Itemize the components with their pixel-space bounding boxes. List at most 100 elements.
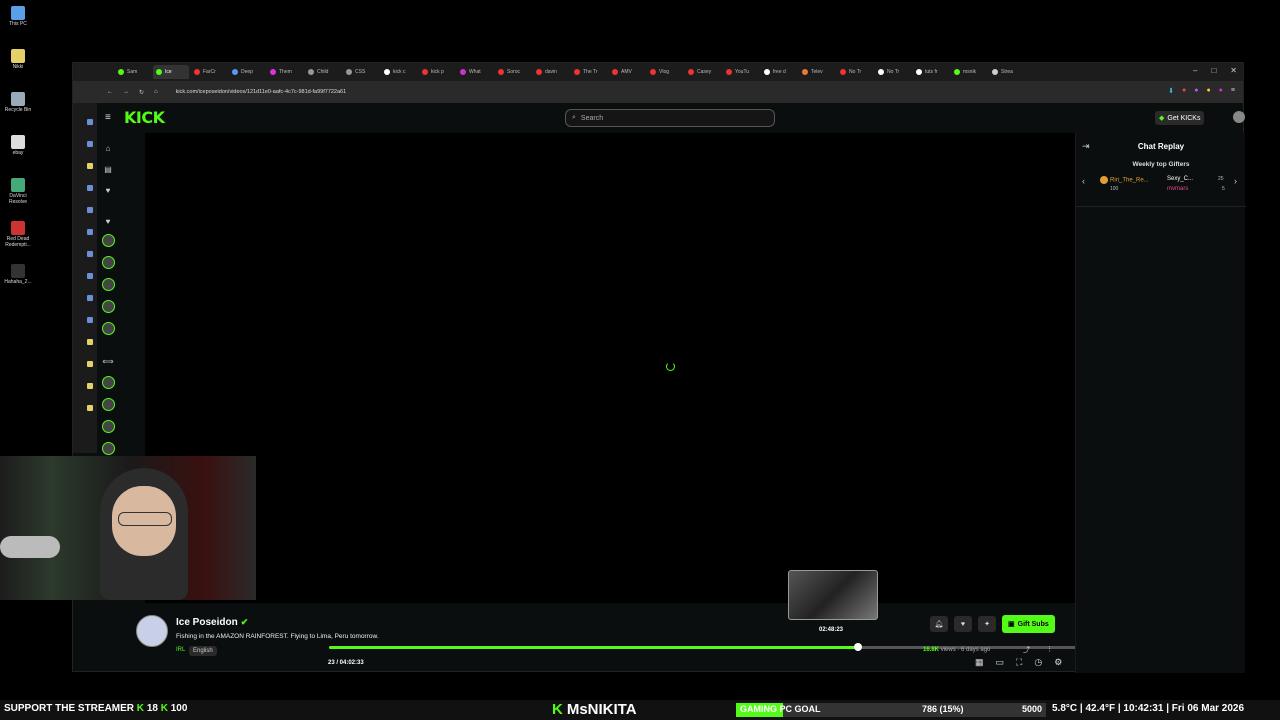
channel-avatar[interactable]	[101, 255, 115, 269]
favicon-icon	[384, 69, 390, 75]
kick-logo[interactable]: KICK	[124, 108, 165, 127]
chevron-right-icon[interactable]: ›	[1234, 176, 1237, 186]
channel-avatar[interactable]	[101, 375, 115, 389]
channel-avatar[interactable]	[101, 321, 115, 335]
back-icon[interactable]: ←	[107, 89, 113, 95]
chevron-left-icon[interactable]: ‹	[1082, 176, 1085, 186]
browser-tab[interactable]: No Tr	[837, 65, 873, 79]
browser-tab[interactable]: No Tr	[875, 65, 911, 79]
maximize-icon[interactable]: □	[1211, 66, 1216, 75]
home-icon[interactable]: ⌂	[154, 89, 158, 95]
browser-tab[interactable]: Vlog	[647, 65, 683, 79]
browser-tab[interactable]: kick p	[419, 65, 455, 79]
gift-icon: ▣	[1008, 621, 1015, 628]
video-player[interactable]: 02:48:23 23 / 04:02:33 ▦ ▭ ⛶ ◷ ⚙	[145, 133, 1091, 667]
tab-bar: Sam Ice FarCr Deep Them Child CSS kick c kick p W…	[73, 63, 1243, 81]
gifter-2[interactable]: Sexy_C...	[1167, 176, 1193, 182]
reload-icon[interactable]: ↻	[139, 89, 144, 96]
channel-avatar[interactable]	[101, 299, 115, 313]
browser-tab[interactable]: AMV	[609, 65, 645, 79]
channel-avatar[interactable]	[101, 419, 115, 433]
get-kicks-button[interactable]: ◆ Get KICKs	[1155, 111, 1205, 125]
notification-bell-icon[interactable]: 🔔︎	[930, 616, 948, 632]
tab-label: The Tr	[583, 69, 598, 75]
heart-icon[interactable]: ♥	[101, 214, 115, 228]
app-icon	[11, 92, 25, 106]
close-icon[interactable]: ✕	[1230, 66, 1237, 75]
browser-tab[interactable]: Them	[267, 65, 303, 79]
streamer-name[interactable]: Ice Poseidon ✔	[176, 617, 248, 628]
gift-subs-button[interactable]: ▣ Gift Subs	[1002, 615, 1055, 633]
share-icon[interactable]: ⤴	[1023, 645, 1030, 655]
browser-tab[interactable]: Soroc	[495, 65, 531, 79]
browse-icon[interactable]: ▤	[101, 162, 115, 176]
channel-avatar[interactable]	[101, 441, 115, 455]
favicon-icon	[270, 69, 276, 75]
browser-tab[interactable]: FarCr	[191, 65, 227, 79]
browser-tab[interactable]: Casey	[685, 65, 721, 79]
desktop-icon[interactable]: Red Dead Redempti...	[2, 221, 34, 248]
ext-icon[interactable]: ●	[1219, 87, 1223, 95]
webcam-overlay	[0, 456, 256, 600]
following-icon[interactable]: ♥	[101, 183, 115, 197]
menu-icon[interactable]: ≡	[1231, 87, 1235, 95]
tab-label: davin	[545, 69, 557, 75]
channel-avatar[interactable]	[101, 233, 115, 247]
ext-icon[interactable]: ●	[1206, 87, 1210, 95]
browser-tab[interactable]: kick c	[381, 65, 417, 79]
browser-tab[interactable]: What	[457, 65, 493, 79]
home-icon[interactable]: ⌂	[101, 141, 115, 155]
browser-tab[interactable]: Telev	[799, 65, 835, 79]
browser-tab[interactable]: free d	[761, 65, 797, 79]
favicon-icon	[498, 69, 504, 75]
goal-value: 786 (15%)	[922, 704, 964, 714]
browser-tab[interactable]: tuts fr	[913, 65, 949, 79]
browser-tab[interactable]: YouTu	[723, 65, 759, 79]
favicon-icon	[688, 69, 694, 75]
streamer-avatar[interactable]	[136, 615, 168, 647]
desktop-icon[interactable]: DaVinci Resolve	[2, 178, 34, 205]
url-field[interactable]: kick.com/iceposeidon/videos/121d11e0-aaf…	[176, 89, 347, 95]
favicon-icon	[232, 69, 238, 75]
gifter-1[interactable]: Riri_The_Re...	[1100, 176, 1149, 184]
ext-icon[interactable]: ●	[1182, 87, 1186, 95]
favicon-icon	[878, 69, 884, 75]
stream-title: Fishing in the AMAZON RAINFOREST. Flying…	[176, 633, 379, 640]
browser-tab[interactable]: Strea	[989, 65, 1025, 79]
expand-icon[interactable]: ⟺	[101, 354, 115, 368]
more-options-icon[interactable]: ⋮	[1046, 645, 1053, 655]
desktop-icon[interactable]: This PC	[2, 6, 34, 27]
search-input[interactable]: ⌕ Search	[565, 109, 775, 127]
kicks-icon[interactable]: ✦	[978, 616, 996, 632]
desktop-icon-label: ebay	[12, 150, 24, 156]
desktop-icon[interactable]: Nikki	[2, 49, 34, 70]
desktop-icon-label: Red Dead Redempti...	[5, 236, 31, 248]
browser-tab[interactable]: The Tr	[571, 65, 607, 79]
tab-label: Child	[317, 69, 329, 75]
gifter-3[interactable]: mvmars	[1167, 186, 1188, 192]
language-tag[interactable]: English	[189, 646, 217, 656]
channel-avatar[interactable]	[101, 397, 115, 411]
browser-tab[interactable]: Sam	[115, 65, 151, 79]
browser-tab[interactable]: Ice	[153, 65, 189, 79]
browser-tab[interactable]: CSS	[343, 65, 379, 79]
desktop-icon[interactable]: Hahaha_2...	[2, 264, 34, 285]
follow-heart-icon[interactable]: ♥	[954, 616, 972, 632]
favicon-icon	[992, 69, 998, 75]
desktop-icon[interactable]: Recycle Bin	[2, 92, 34, 113]
extensions-icon[interactable]: ⬇	[1168, 87, 1174, 95]
browser-tab[interactable]: Deep	[229, 65, 265, 79]
ext-icon[interactable]: ●	[1194, 87, 1198, 95]
channel-avatar[interactable]	[101, 277, 115, 291]
gifters-title: Weekly top Gifters	[1132, 161, 1190, 168]
user-avatar[interactable]	[1233, 111, 1245, 123]
category-link[interactable]: IRL	[176, 647, 185, 653]
forward-icon[interactable]: →	[123, 89, 129, 95]
minimize-icon[interactable]: –	[1193, 66, 1197, 75]
hamburger-menu-icon[interactable]: ≡	[105, 112, 111, 123]
browser-tab[interactable]: msnik	[951, 65, 987, 79]
browser-tab[interactable]: Child	[305, 65, 341, 79]
browser-tab[interactable]: davin	[533, 65, 569, 79]
desktop-icon[interactable]: ebay	[2, 135, 34, 156]
tab-label: Strea	[1001, 69, 1013, 75]
